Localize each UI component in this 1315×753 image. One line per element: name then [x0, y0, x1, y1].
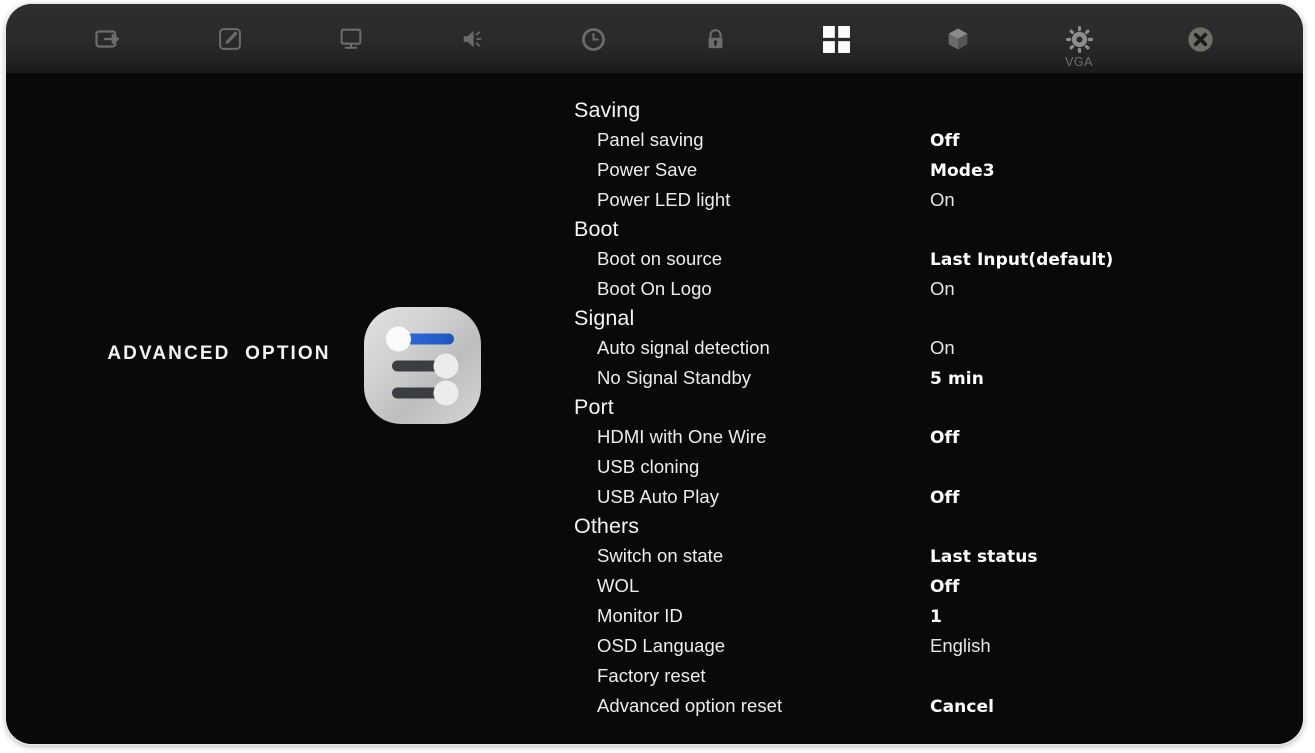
group-title: Saving	[574, 98, 641, 122]
close-circle-icon	[1183, 22, 1217, 56]
setting-label: Boot On Logo	[597, 278, 712, 299]
settings-group-others: Others Switch on state Last status WOL O…	[551, 512, 1303, 721]
settings-group-port: Port HDMI with One Wire Off USB cloning …	[551, 393, 1303, 512]
setting-row-osd-language[interactable]: OSD Language English	[551, 631, 1303, 661]
setting-value: 1	[930, 607, 942, 627]
picture-edit-icon	[213, 22, 247, 56]
setting-value: Off	[930, 428, 960, 448]
tab-input-source[interactable]	[48, 4, 169, 74]
settings-group-saving: Saving Panel saving Off Power Save Mode3…	[551, 96, 1303, 215]
setting-row-usb-cloning[interactable]: USB cloning	[551, 452, 1303, 482]
setting-label: WOL	[597, 575, 640, 596]
tab-3d[interactable]	[897, 4, 1018, 74]
setting-row-boot-on-source[interactable]: Boot on source Last Input(default)	[551, 244, 1303, 274]
setting-row-auto-signal-detection[interactable]: Auto signal detection On	[551, 333, 1303, 363]
setting-value: Last status	[930, 547, 1038, 567]
setting-value: Off	[930, 577, 960, 597]
setting-row-advanced-option-reset[interactable]: Advanced option reset Cancel	[551, 691, 1303, 721]
setting-label: HDMI with One Wire	[597, 426, 767, 447]
setting-row-panel-saving[interactable]: Panel saving Off	[551, 125, 1303, 155]
setting-label: Panel saving	[597, 129, 704, 150]
setting-label: Power LED light	[597, 189, 731, 210]
speaker-sound-icon	[456, 22, 490, 56]
tab-advanced-option[interactable]	[776, 4, 897, 74]
settings-group-signal: Signal Auto signal detection On No Signa…	[551, 304, 1303, 393]
setting-value: Mode3	[930, 161, 995, 181]
setting-row-power-led-light[interactable]: Power LED light On	[551, 185, 1303, 215]
setting-label: Auto signal detection	[597, 337, 770, 358]
setting-value: Last Input(default)	[930, 250, 1114, 270]
setting-row-monitor-id[interactable]: Monitor ID 1	[551, 601, 1303, 631]
screen-display-icon	[334, 22, 368, 56]
group-title: Boot	[574, 217, 619, 241]
group-title: Others	[574, 514, 640, 538]
setting-label: Power Save	[597, 159, 698, 180]
setting-row-switch-on-state[interactable]: Switch on state Last status	[551, 541, 1303, 571]
setting-row-hdmi-with-one-wire[interactable]: HDMI with One Wire Off	[551, 422, 1303, 452]
setting-label: No Signal Standby	[597, 367, 752, 388]
setting-label: OSD Language	[597, 635, 726, 656]
setting-row-no-signal-standby[interactable]: No Signal Standby 5 min	[551, 363, 1303, 393]
setting-row-boot-on-logo[interactable]: Boot On Logo On	[551, 274, 1303, 304]
tab-vga-settings[interactable]: VGA	[1018, 4, 1139, 74]
sliders-settings-icon	[356, 301, 489, 431]
setting-value: English	[930, 635, 991, 656]
setting-value: Off	[930, 488, 960, 508]
setting-label: Factory reset	[597, 665, 706, 686]
setting-value: On	[930, 278, 955, 299]
setting-value: Cancel	[930, 697, 995, 717]
tab-security[interactable]	[654, 4, 775, 74]
setting-row-factory-reset[interactable]: Factory reset	[551, 661, 1303, 691]
setting-label: Switch on state	[597, 545, 724, 566]
category-panel: ADVANCED OPTION	[6, 74, 551, 744]
lock-security-icon	[698, 22, 732, 56]
settings-list: Saving Panel saving Off Power Save Mode3…	[551, 74, 1303, 744]
input-source-icon	[92, 22, 126, 56]
setting-row-power-save[interactable]: Power Save Mode3	[551, 155, 1303, 185]
osd-body: ADVANCED OPTION Saving Panel saving Off …	[6, 74, 1303, 744]
clock-time-icon	[577, 22, 611, 56]
setting-label: USB cloning	[597, 456, 700, 477]
tab-screen[interactable]	[291, 4, 412, 74]
setting-label: USB Auto Play	[597, 486, 719, 507]
tab-picture[interactable]	[169, 4, 290, 74]
grid-advanced-option-icon	[819, 22, 853, 56]
setting-value: On	[930, 189, 955, 210]
osd-top-menu-bar: VGA	[6, 4, 1303, 74]
setting-value: 5 min	[930, 369, 984, 389]
group-title: Port	[574, 395, 614, 419]
setting-value: On	[930, 337, 955, 358]
tab-vga-label: VGA	[1065, 55, 1093, 69]
tab-close[interactable]	[1140, 4, 1261, 74]
tab-list: VGA	[6, 4, 1303, 74]
gear-settings-icon	[1062, 22, 1096, 56]
settings-group-boot: Boot Boot on source Last Input(default) …	[551, 215, 1303, 304]
setting-label: Advanced option reset	[597, 695, 783, 716]
osd-window: VGA ADVANCED OPTION Saving Panel saving …	[6, 4, 1303, 744]
tab-sound[interactable]	[412, 4, 533, 74]
setting-row-wol[interactable]: WOL Off	[551, 571, 1303, 601]
setting-label: Monitor ID	[597, 605, 683, 626]
setting-row-usb-auto-play[interactable]: USB Auto Play Off	[551, 482, 1303, 512]
setting-label: Boot on source	[597, 248, 723, 269]
setting-value: Off	[930, 131, 960, 151]
cube-3d-icon	[941, 22, 975, 56]
page-title: ADVANCED OPTION	[107, 343, 331, 364]
group-title: Signal	[574, 306, 635, 330]
tab-time[interactable]	[533, 4, 654, 74]
